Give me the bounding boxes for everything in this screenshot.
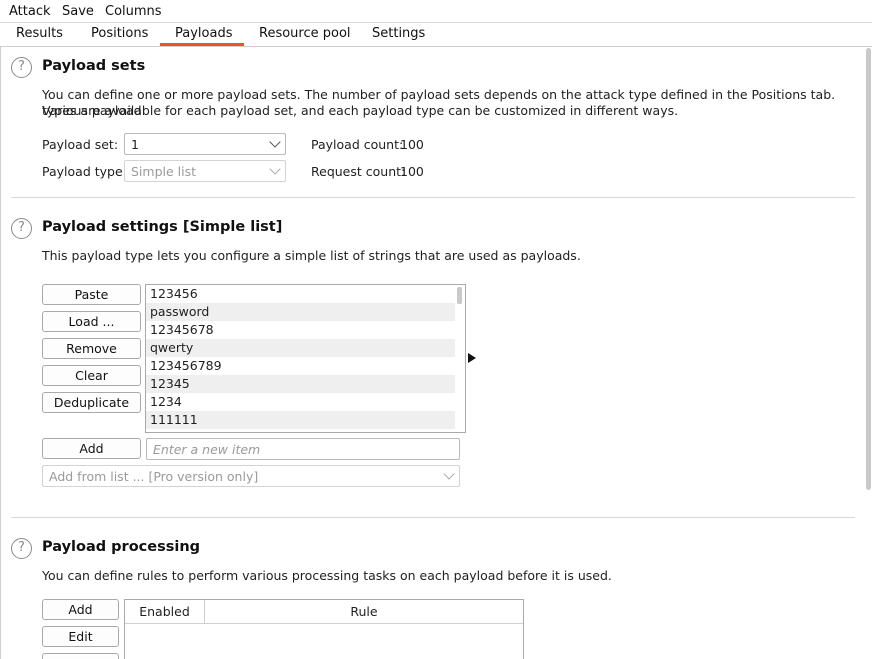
payload-count-label: Payload count:	[311, 137, 404, 152]
tab-results[interactable]: Results	[16, 26, 63, 41]
add-item-button[interactable]: Add	[42, 438, 141, 459]
payload-sets-title: Payload sets	[42, 58, 146, 74]
payload-processing-description: You can define rules to perform various …	[42, 568, 612, 583]
chevron-down-icon	[443, 468, 455, 480]
tab-resource-pool[interactable]: Resource pool	[259, 26, 351, 41]
list-scrollbar[interactable]	[457, 287, 462, 304]
request-count-value: 100	[400, 164, 424, 179]
chevron-down-icon	[269, 163, 281, 175]
add-rule-button[interactable]: Add	[42, 599, 119, 620]
rules-table[interactable]: Enabled Rule	[124, 599, 524, 659]
payload-set-label: Payload set:	[42, 137, 119, 152]
add-from-list-value: Add from list ... [Pro version only]	[49, 469, 259, 484]
active-tab-indicator	[160, 43, 244, 46]
menu-attack[interactable]: Attack	[9, 4, 51, 19]
payload-type-select[interactable]: Simple list	[124, 160, 286, 182]
request-count-label: Request count:	[311, 164, 406, 179]
tab-settings[interactable]: Settings	[372, 26, 425, 41]
column-header-rule[interactable]: Rule	[205, 600, 523, 624]
menu-save[interactable]: Save	[62, 4, 94, 19]
list-item[interactable]: 111111	[146, 411, 455, 429]
list-item[interactable]: 1234	[146, 393, 455, 411]
list-item[interactable]: 123456789	[146, 357, 455, 375]
help-icon[interactable]: ?	[11, 57, 32, 78]
list-item[interactable]: 12345	[146, 375, 455, 393]
list-item[interactable]: 12345678	[146, 321, 455, 339]
remove-rule-button[interactable]	[42, 653, 119, 659]
list-item[interactable]: 123456	[146, 285, 455, 303]
payload-list[interactable]: 123456 password 12345678 qwerty 12345678…	[145, 284, 466, 433]
section-divider	[11, 517, 855, 518]
payload-processing-title: Payload processing	[42, 539, 201, 555]
menu-columns[interactable]: Columns	[105, 4, 162, 19]
clear-button[interactable]: Clear	[42, 365, 141, 386]
menu-bar: Attack Save Columns	[0, 0, 872, 23]
column-header-enabled[interactable]: Enabled	[125, 600, 205, 624]
chevron-down-icon	[269, 136, 281, 148]
payload-set-select[interactable]: 1	[124, 133, 286, 155]
expand-arrow-icon[interactable]	[468, 353, 476, 363]
payload-settings-description: This payload type lets you configure a s…	[42, 248, 581, 263]
paste-button[interactable]: Paste	[42, 284, 141, 305]
payload-sets-description-2: types are available for each payload set…	[42, 103, 679, 118]
list-item[interactable]: password	[146, 303, 455, 321]
edit-rule-button[interactable]: Edit	[42, 626, 119, 647]
tab-bar: Results Positions Payloads Resource pool…	[0, 23, 872, 47]
add-from-list-select[interactable]: Add from list ... [Pro version only]	[42, 465, 460, 487]
help-icon[interactable]: ?	[11, 538, 32, 559]
payload-type-value: Simple list	[131, 164, 197, 179]
remove-button[interactable]: Remove	[42, 338, 141, 359]
payload-settings-title: Payload settings [Simple list]	[42, 219, 283, 235]
list-item[interactable]: qwerty	[146, 339, 455, 357]
new-item-input[interactable]	[147, 439, 459, 459]
deduplicate-button[interactable]: Deduplicate	[42, 392, 141, 413]
section-divider	[11, 197, 855, 198]
tab-positions[interactable]: Positions	[91, 26, 148, 41]
load-button[interactable]: Load ...	[42, 311, 141, 332]
payload-set-value: 1	[131, 137, 139, 152]
new-item-field[interactable]	[146, 438, 460, 460]
payload-type-label: Payload type:	[42, 164, 127, 179]
help-icon[interactable]: ?	[11, 218, 32, 239]
payload-count-value: 100	[400, 137, 424, 152]
tab-payloads[interactable]: Payloads	[175, 26, 232, 41]
